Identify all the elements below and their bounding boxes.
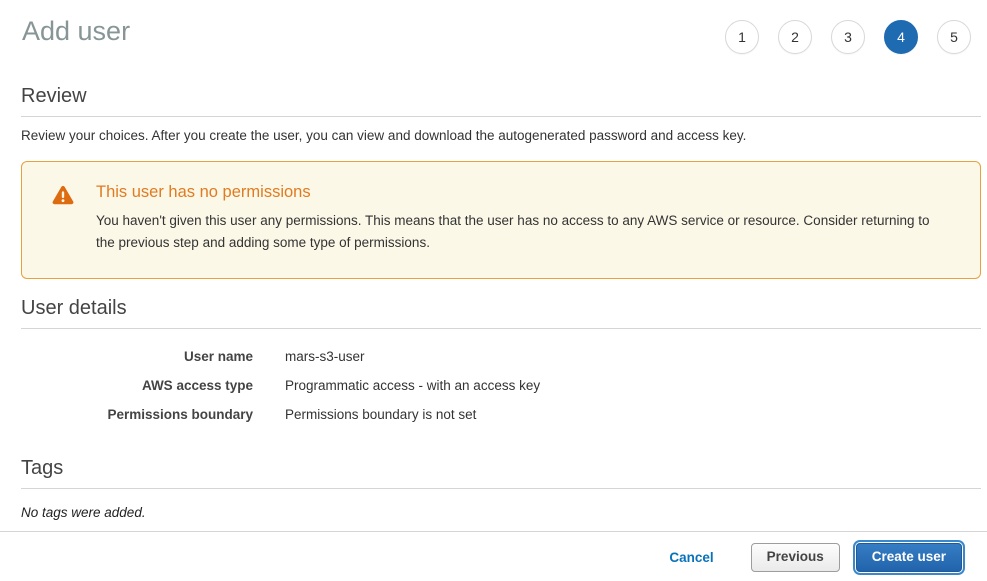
- previous-button[interactable]: Previous: [751, 543, 840, 572]
- detail-label: Permissions boundary: [21, 407, 253, 422]
- detail-row-user-name: User name mars-s3-user: [21, 342, 981, 371]
- warning-title: This user has no permissions: [96, 183, 950, 203]
- detail-label: AWS access type: [21, 378, 253, 393]
- no-permissions-warning-box: This user has no permissions You haven't…: [21, 161, 981, 279]
- wizard-footer: Cancel Previous Create user: [0, 531, 987, 581]
- tags-section: Tags No tags were added.: [21, 457, 981, 520]
- user-details-section: User details User name mars-s3-user AWS …: [21, 297, 981, 429]
- tags-empty-text: No tags were added.: [21, 505, 981, 520]
- wizard-header: Add user 1 2 3 4 5: [0, 0, 987, 54]
- create-user-button[interactable]: Create user: [856, 543, 962, 572]
- step-indicator-5: 5: [937, 20, 971, 54]
- detail-label: User name: [21, 349, 253, 364]
- detail-value: mars-s3-user: [285, 349, 365, 364]
- step-indicator-3: 3: [831, 20, 865, 54]
- review-page-content: Review Review your choices. After you cr…: [21, 85, 981, 520]
- review-section: Review Review your choices. After you cr…: [21, 85, 981, 279]
- page-title: Add user: [22, 16, 130, 47]
- detail-value: Permissions boundary is not set: [285, 407, 476, 422]
- review-heading: Review: [21, 85, 981, 117]
- warning-body: You haven't given this user any permissi…: [96, 210, 950, 255]
- warning-text: This user has no permissions You haven't…: [96, 183, 950, 254]
- review-description: Review your choices. After you create th…: [21, 128, 981, 143]
- step-indicator-4: 4: [884, 20, 918, 54]
- cancel-button[interactable]: Cancel: [669, 550, 713, 565]
- tags-heading: Tags: [21, 457, 981, 489]
- detail-row-permissions-boundary: Permissions boundary Permissions boundar…: [21, 400, 981, 429]
- detail-value: Programmatic access - with an access key: [285, 378, 540, 393]
- step-indicators: 1 2 3 4 5: [725, 20, 971, 54]
- step-indicator-2: 2: [778, 20, 812, 54]
- warning-triangle-icon: [52, 185, 74, 205]
- user-details-heading: User details: [21, 297, 981, 329]
- detail-row-access-type: AWS access type Programmatic access - wi…: [21, 371, 981, 400]
- step-indicator-1: 1: [725, 20, 759, 54]
- user-details-rows: User name mars-s3-user AWS access type P…: [21, 342, 981, 429]
